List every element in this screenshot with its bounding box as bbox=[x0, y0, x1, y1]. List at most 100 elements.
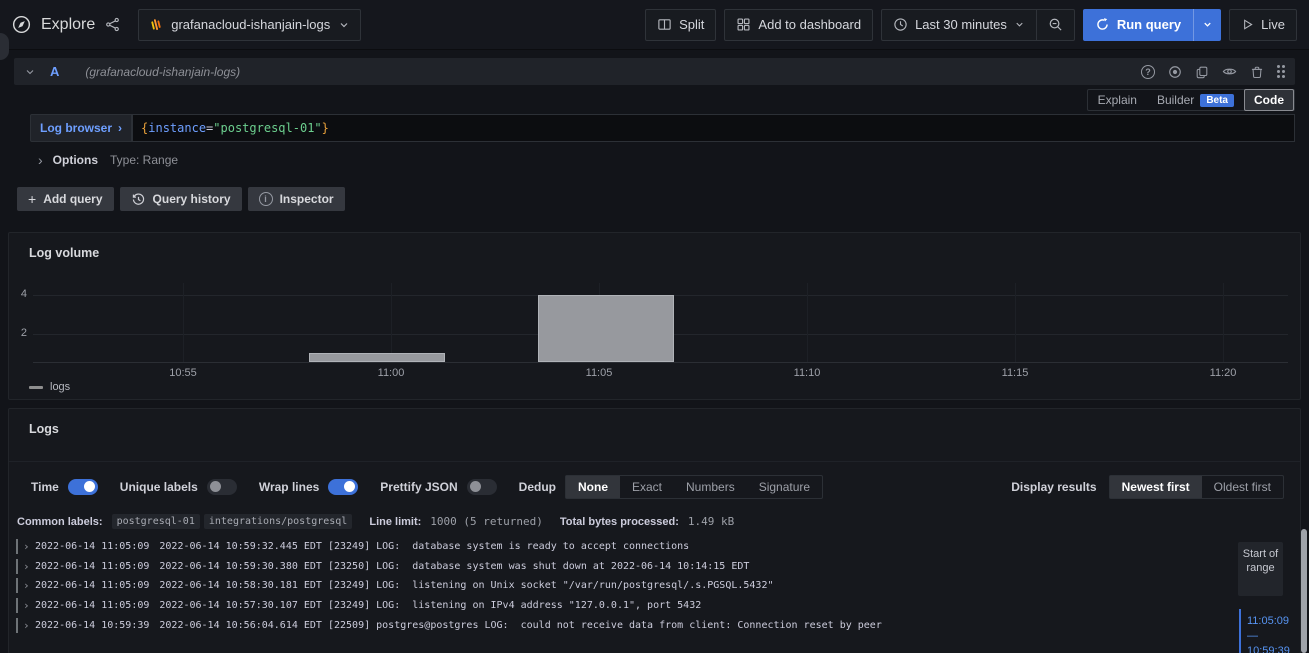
log-level-bar bbox=[16, 598, 18, 613]
log-message: 2022-06-14 10:59:32.445 EDT [23249] LOG:… bbox=[159, 541, 689, 552]
query-field-row: Log browser › {instance="postgresql-01"} bbox=[14, 114, 1295, 142]
x-gridline bbox=[1015, 283, 1016, 362]
add-query-label: Add query bbox=[43, 192, 102, 206]
time-control: Time bbox=[31, 479, 98, 495]
query-history-button[interactable]: Query history bbox=[120, 187, 242, 211]
log-volume-chart: 4210:5511:0011:0511:1011:1511:20 bbox=[9, 233, 1300, 399]
query-options-toggle[interactable]: › Options Type: Range bbox=[14, 148, 1295, 172]
page-title: Explore bbox=[41, 16, 95, 34]
add-to-dashboard-button[interactable]: Add to dashboard bbox=[724, 9, 873, 41]
expand-row-icon[interactable]: › bbox=[23, 579, 35, 592]
expand-row-icon[interactable]: › bbox=[23, 599, 35, 612]
explain-label: Explain bbox=[1098, 93, 1137, 107]
expand-row-icon[interactable]: › bbox=[23, 619, 35, 632]
log-row[interactable]: ›2022-06-14 11:05:092022-06-14 10:59:32.… bbox=[16, 537, 1215, 557]
chart-legend[interactable]: logs bbox=[29, 381, 70, 393]
trash-icon[interactable] bbox=[1250, 65, 1264, 79]
toggle-label: Unique labels bbox=[120, 480, 198, 494]
query-expression-input[interactable]: {instance="postgresql-01"} bbox=[132, 114, 1295, 142]
log-row[interactable]: ›2022-06-14 11:05:092022-06-14 10:58:30.… bbox=[16, 576, 1215, 596]
live-label: Live bbox=[1261, 17, 1285, 32]
run-query-dropdown[interactable] bbox=[1193, 9, 1221, 41]
duplicate-query-icon[interactable] bbox=[1195, 65, 1209, 79]
x-axis-label: 10:55 bbox=[159, 367, 207, 379]
start-of-range-button[interactable]: Start of range bbox=[1238, 542, 1283, 596]
logs-panel: Logs Time Unique labels Wrap lines Prettify… bbox=[8, 408, 1301, 653]
range-end-time: 10:59:39 bbox=[1247, 645, 1290, 653]
time-range-picker[interactable]: Last 30 minutes bbox=[881, 9, 1037, 41]
record-circle-icon[interactable] bbox=[1168, 65, 1182, 79]
run-query-button[interactable]: Run query bbox=[1083, 9, 1193, 41]
drag-handle-icon[interactable] bbox=[1277, 65, 1285, 78]
log-time: 2022-06-14 11:05:09 bbox=[35, 580, 149, 591]
log-volume-bar[interactable] bbox=[538, 295, 674, 362]
scrollbar-thumb[interactable] bbox=[1301, 529, 1307, 653]
share-icon[interactable] bbox=[105, 17, 120, 32]
log-row[interactable]: ›2022-06-14 10:59:392022-06-14 10:56:04.… bbox=[16, 615, 1215, 635]
loki-logo-icon bbox=[149, 17, 163, 32]
log-volume-bar[interactable] bbox=[309, 353, 445, 362]
expand-row-icon[interactable]: › bbox=[23, 560, 35, 573]
builder-label: Builder bbox=[1157, 93, 1194, 107]
display-newest-first[interactable]: Newest first bbox=[1110, 476, 1202, 498]
tab-code[interactable]: Code bbox=[1244, 89, 1294, 111]
help-icon[interactable]: ? bbox=[1141, 65, 1155, 79]
toggle-label: Time bbox=[31, 480, 59, 494]
dedup-signature[interactable]: Signature bbox=[747, 476, 822, 498]
log-range-rail[interactable]: 11:05:09 — 10:59:39 bbox=[1239, 609, 1290, 653]
log-browser-label: Log browser bbox=[40, 121, 112, 135]
split-columns-icon bbox=[657, 17, 672, 32]
wrap-lines-control: Wrap lines bbox=[259, 479, 358, 495]
dedup-exact[interactable]: Exact bbox=[620, 476, 674, 498]
x-gridline bbox=[183, 283, 184, 362]
split-button[interactable]: Split bbox=[645, 9, 716, 41]
query-datasource-hint: (grafanacloud-ishanjain-logs) bbox=[85, 65, 240, 79]
inspector-button[interactable]: i Inspector bbox=[248, 187, 345, 211]
log-volume-panel: Log volume 4210:5511:0011:0511:1011:1511… bbox=[8, 232, 1301, 400]
logs-title: Logs bbox=[29, 422, 59, 436]
log-message: 2022-06-14 10:57:30.107 EDT [23249] LOG:… bbox=[159, 600, 701, 611]
bytes-processed-value: 1.49 kB bbox=[688, 515, 734, 528]
line-limit-value: 1000 (5 returned) bbox=[430, 515, 543, 528]
log-message: 2022-06-14 10:56:04.614 EDT [22509] post… bbox=[159, 620, 881, 631]
add-query-button[interactable]: + Add query bbox=[17, 187, 114, 211]
expand-row-icon[interactable]: › bbox=[23, 540, 35, 553]
eye-icon[interactable] bbox=[1222, 64, 1237, 79]
common-labels-label: Common labels: bbox=[17, 516, 103, 528]
dedup-none[interactable]: None bbox=[566, 476, 620, 498]
display-oldest-first[interactable]: Oldest first bbox=[1202, 476, 1283, 498]
angle-right-icon: › bbox=[118, 121, 122, 135]
query-row-header[interactable]: A (grafanacloud-ishanjain-logs) ? bbox=[14, 58, 1295, 85]
common-label-chip: postgresql-01 bbox=[112, 514, 200, 529]
tab-explain[interactable]: Explain bbox=[1088, 89, 1147, 111]
dedup-numbers[interactable]: Numbers bbox=[674, 476, 747, 498]
collapse-chevron-icon[interactable] bbox=[24, 66, 36, 78]
unique-labels-toggle[interactable] bbox=[207, 479, 237, 495]
prettify-json-toggle[interactable] bbox=[467, 479, 497, 495]
zoom-out-time-button[interactable] bbox=[1037, 9, 1075, 41]
time-range-label: Last 30 minutes bbox=[915, 17, 1007, 32]
top-toolbar: Explore grafanacloud-ishanjain-logs Spli… bbox=[0, 0, 1309, 50]
sidebar-expand-handle[interactable] bbox=[0, 33, 9, 60]
tab-builder[interactable]: BuilderBeta bbox=[1147, 89, 1244, 111]
run-query-label: Run query bbox=[1117, 17, 1181, 32]
log-browser-button[interactable]: Log browser › bbox=[30, 114, 132, 142]
add-to-dashboard-label: Add to dashboard bbox=[758, 17, 861, 32]
datasource-picker[interactable]: grafanacloud-ishanjain-logs bbox=[138, 9, 361, 41]
clock-icon bbox=[893, 17, 908, 32]
log-row[interactable]: ›2022-06-14 11:05:092022-06-14 10:59:30.… bbox=[16, 557, 1215, 577]
log-time: 2022-06-14 11:05:09 bbox=[35, 561, 149, 572]
token-lbrace: { bbox=[141, 121, 148, 135]
x-axis-label: 11:05 bbox=[575, 367, 623, 379]
datasource-name: grafanacloud-ishanjain-logs bbox=[171, 17, 330, 32]
live-button[interactable]: Live bbox=[1229, 9, 1297, 41]
time-toggle[interactable] bbox=[68, 479, 98, 495]
token-label-name: instance bbox=[148, 121, 206, 135]
log-row[interactable]: ›2022-06-14 11:05:092022-06-14 10:57:30.… bbox=[16, 596, 1215, 616]
common-labels-chips: postgresql-01integrations/postgresql bbox=[112, 514, 353, 529]
dedup-group: NoneExactNumbersSignature bbox=[565, 475, 823, 499]
display-results-group: Newest firstOldest first bbox=[1109, 475, 1284, 499]
toggle-label: Prettify JSON bbox=[380, 480, 457, 494]
wrap-lines-toggle[interactable] bbox=[328, 479, 358, 495]
x-axis-label: 11:15 bbox=[991, 367, 1039, 379]
